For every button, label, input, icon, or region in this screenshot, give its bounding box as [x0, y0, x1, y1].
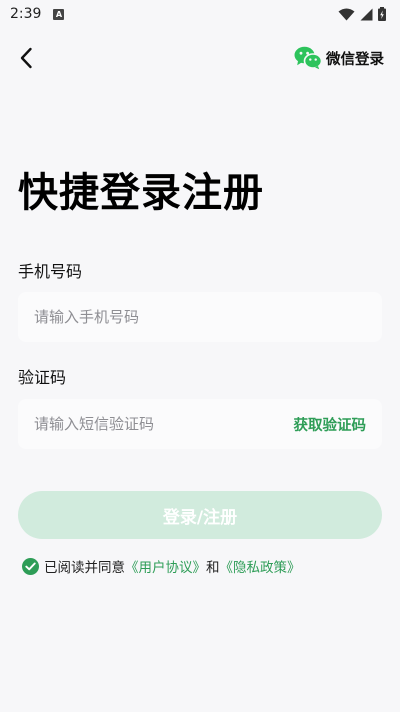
signal-icon [360, 8, 373, 20]
wechat-icon [294, 46, 322, 70]
code-input-box[interactable]: 获取验证码 [18, 399, 382, 449]
privacy-policy-link[interactable]: 《隐私政策》 [220, 556, 301, 576]
user-agreement-link[interactable]: 《用户协议》 [125, 556, 206, 576]
chevron-left-icon [20, 47, 32, 69]
agreement-prefix: 已阅读并同意 [44, 560, 125, 576]
status-time: 2:39 [10, 6, 42, 22]
login-register-button[interactable]: 登录/注册 [18, 491, 382, 539]
battery-charging-icon [378, 7, 386, 21]
phone-input-box[interactable] [18, 292, 382, 342]
code-label: 验证码 [18, 368, 67, 387]
status-icons [338, 7, 386, 21]
wifi-icon [338, 8, 355, 20]
get-code-button[interactable]: 获取验证码 [294, 414, 367, 435]
check-icon [25, 562, 36, 570]
back-button[interactable] [12, 44, 40, 72]
wechat-login-label: 微信登录 [326, 51, 384, 68]
notification-a-icon: A [53, 8, 65, 20]
status-bar: 2:39 A [0, 0, 400, 28]
code-input[interactable] [34, 415, 294, 433]
agreement-conjunction: 和 [206, 560, 220, 576]
agreement-row: 已阅读并同意 《用户协议》 和 《隐私政策》 [22, 556, 301, 576]
page-title: 快捷登录注册 [18, 170, 264, 216]
phone-label: 手机号码 [18, 262, 83, 281]
agreement-checkbox[interactable] [22, 557, 39, 575]
phone-input[interactable] [34, 308, 366, 326]
wechat-login-button[interactable]: 微信登录 [294, 45, 384, 71]
